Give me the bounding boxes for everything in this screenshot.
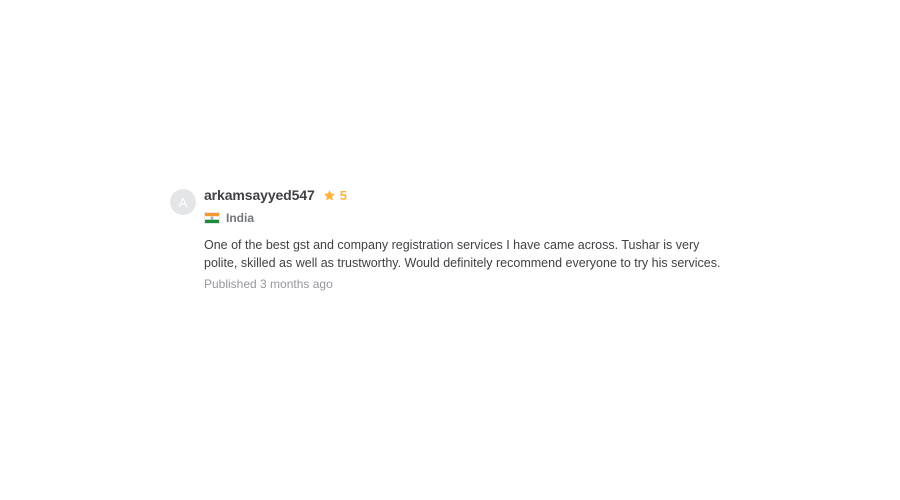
reviewer-username[interactable]: arkamsayyed547 <box>204 187 315 203</box>
avatar[interactable]: A <box>170 189 196 215</box>
country-name: India <box>226 211 255 225</box>
review-rating: 5 <box>323 188 347 203</box>
page: A arkamsayyed547 5 India One of the best… <box>0 0 900 500</box>
review-card: A arkamsayyed547 5 India One of the best… <box>170 184 730 291</box>
review-content: arkamsayyed547 5 India One of the best g… <box>204 184 730 291</box>
review-text: One of the best gst and company registra… <box>204 238 721 270</box>
reviewer-country: India <box>204 208 730 228</box>
rating-value: 5 <box>339 187 347 203</box>
india-flag-icon <box>204 212 220 224</box>
published-time: Published 3 months ago <box>204 277 333 291</box>
review-header: arkamsayyed547 5 <box>204 184 730 206</box>
star-icon <box>323 189 336 202</box>
